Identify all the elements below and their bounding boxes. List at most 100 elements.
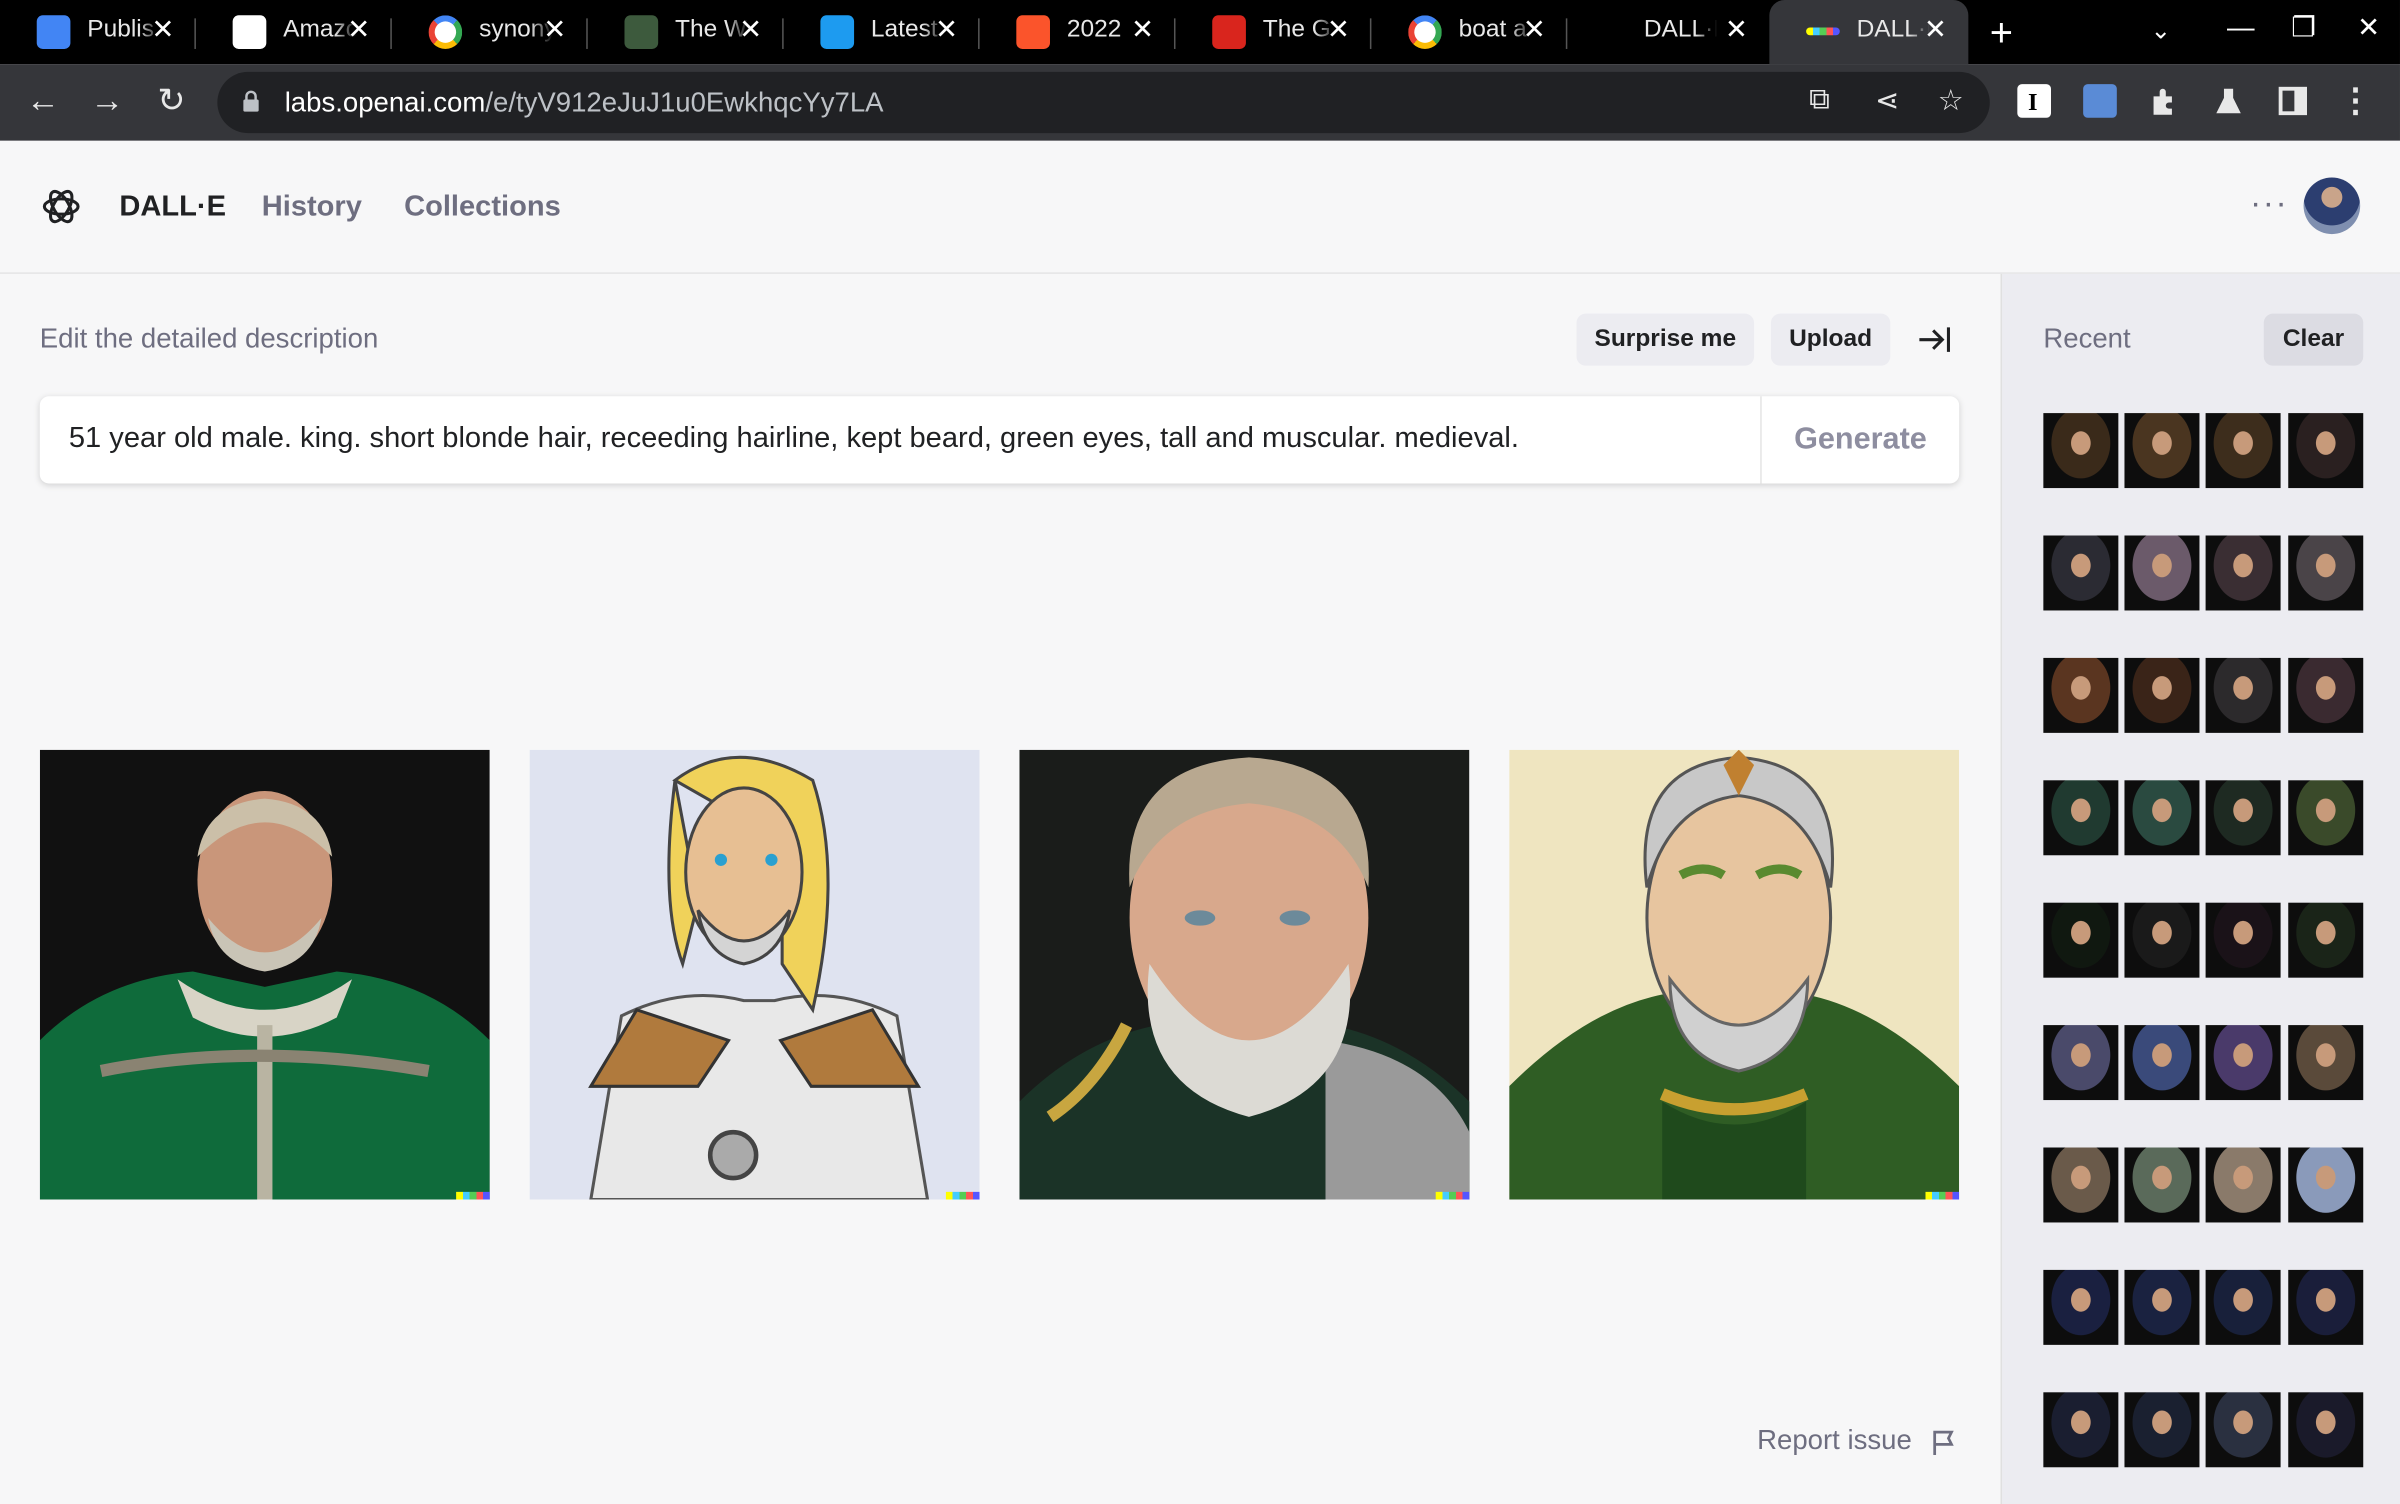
minimize-icon[interactable]: —	[2227, 12, 2255, 44]
game-icon	[624, 15, 659, 49]
recent-thumbnail[interactable]	[2043, 535, 2119, 611]
recent-thumbnail[interactable]	[2124, 780, 2200, 856]
recent-thumbnail[interactable]	[2124, 413, 2200, 489]
recent-thumbnail[interactable]	[2124, 535, 2200, 611]
browser-tab[interactable]: The W ✕	[588, 0, 784, 64]
generate-button[interactable]: Generate	[1762, 396, 1959, 483]
extensions-puzzle-icon[interactable]	[2147, 84, 2181, 118]
recent-thumbnail[interactable]	[2043, 1269, 2119, 1345]
upload-button[interactable]: Upload	[1770, 313, 1891, 366]
collapse-sidebar-icon[interactable]	[1916, 321, 1953, 358]
tab-title: 2022	[1066, 16, 1122, 43]
recent-thumbnail[interactable]	[2043, 1147, 2119, 1223]
back-icon[interactable]: ←	[21, 81, 64, 121]
nav-history[interactable]: History	[262, 191, 362, 225]
recent-thumbnail[interactable]	[2205, 780, 2281, 856]
recent-thumbnail[interactable]	[2205, 413, 2281, 489]
browser-tab[interactable]: Publis ✕	[0, 0, 196, 64]
dalle-icon	[1806, 27, 1840, 36]
twitter-icon	[820, 15, 855, 49]
recent-thumbnail[interactable]	[2205, 1269, 2281, 1345]
result-image-3[interactable]	[1019, 749, 1470, 1200]
recent-thumbnail[interactable]	[2043, 413, 2119, 489]
close-tab-icon[interactable]: ✕	[739, 14, 762, 46]
forward-icon[interactable]: →	[86, 81, 129, 121]
result-image-2[interactable]	[529, 749, 980, 1200]
recent-thumbnail[interactable]	[2124, 1269, 2200, 1345]
recent-thumbnail[interactable]	[2124, 902, 2200, 978]
share-icon[interactable]: ⋖	[1875, 84, 1899, 119]
browser-tab[interactable]: 2022 ✕	[980, 0, 1176, 64]
recent-thumbnail[interactable]	[2043, 657, 2119, 733]
recent-thumbnail[interactable]	[2043, 902, 2119, 978]
openai-logo-icon[interactable]	[40, 185, 83, 228]
clear-button[interactable]: Clear	[2263, 313, 2364, 366]
recent-thumbnail[interactable]	[2288, 1025, 2364, 1101]
recent-thumbnail[interactable]	[2205, 535, 2281, 611]
close-window-icon[interactable]: ✕	[2357, 12, 2380, 44]
recent-thumbnail[interactable]	[2205, 902, 2281, 978]
dalle-signature	[1435, 1191, 1470, 1200]
new-tab-button[interactable]: +	[1990, 9, 2013, 56]
tab-search-icon[interactable]: ⌄	[2150, 15, 2171, 46]
browser-tab[interactable]: boat a ✕	[1371, 0, 1568, 64]
recent-thumbnail[interactable]	[2288, 535, 2364, 611]
recent-thumbnail[interactable]	[2288, 902, 2364, 978]
close-tab-icon[interactable]: ✕	[1327, 14, 1350, 46]
recent-thumbnail[interactable]	[2288, 1147, 2364, 1223]
flag-icon[interactable]	[1932, 1429, 1956, 1457]
nav-collections[interactable]: Collections	[404, 191, 561, 225]
recent-thumbnail[interactable]	[2288, 1269, 2364, 1345]
recent-thumbnail[interactable]	[2124, 1392, 2200, 1468]
recent-thumbnail[interactable]	[2205, 1025, 2281, 1101]
close-tab-icon[interactable]: ✕	[347, 14, 370, 46]
report-issue-link[interactable]: Report issue	[1757, 1424, 1912, 1456]
close-tab-icon[interactable]: ✕	[1523, 14, 1546, 46]
address-bar[interactable]: labs.openai.com/e/tyV912eJuJ1u0EwkhqcYy7…	[217, 71, 1990, 134]
close-tab-icon[interactable]: ✕	[1924, 14, 1947, 46]
recent-thumbnail[interactable]	[2288, 413, 2364, 489]
main-editor: Edit the detailed description Surprise m…	[0, 274, 2000, 1504]
bookmark-star-icon[interactable]: ☆	[1938, 84, 1964, 119]
b-icon	[1212, 15, 1246, 49]
surprise-me-button[interactable]: Surprise me	[1576, 313, 1755, 366]
result-image-1[interactable]	[39, 749, 490, 1200]
close-tab-icon[interactable]: ✕	[151, 14, 174, 46]
recent-thumbnail[interactable]	[2288, 1392, 2364, 1468]
avatar[interactable]	[2303, 177, 2361, 235]
recent-thumbnail[interactable]	[2124, 1147, 2200, 1223]
browser-tab[interactable]: DALL·E✕	[1769, 0, 1969, 65]
recent-thumbnail[interactable]	[2205, 1392, 2281, 1468]
recent-thumbnail[interactable]	[2288, 657, 2364, 733]
more-options-icon[interactable]: ···	[2250, 184, 2288, 224]
close-tab-icon[interactable]: ✕	[543, 14, 566, 46]
recent-thumbnail[interactable]	[2288, 780, 2364, 856]
open-external-icon[interactable]: ⧉	[1809, 84, 1830, 118]
reload-icon[interactable]: ↻	[150, 81, 193, 121]
browser-toolbar: ← → ↻ labs.openai.com/e/tyV912eJuJ1u0Ewk…	[0, 64, 2400, 141]
browser-tab[interactable]: The G ✕	[1176, 0, 1372, 64]
side-panel-icon[interactable]	[2276, 84, 2310, 118]
extension-list-icon[interactable]	[2083, 84, 2117, 118]
recent-thumbnail[interactable]	[2043, 1025, 2119, 1101]
browser-tab[interactable]: Amazon✕	[196, 0, 392, 64]
close-tab-icon[interactable]: ✕	[1725, 14, 1748, 46]
recent-thumbnail[interactable]	[2043, 1392, 2119, 1468]
labs-flask-icon[interactable]	[2212, 84, 2246, 118]
recent-thumbnail[interactable]	[2124, 657, 2200, 733]
browser-tab[interactable]: Latest ✕	[784, 0, 980, 64]
browser-tab[interactable]: synonym✕	[392, 0, 588, 64]
close-tab-icon[interactable]: ✕	[1131, 14, 1154, 46]
browser-menu-icon[interactable]: ⋮	[2334, 81, 2377, 121]
browser-tab[interactable]: DALL·E✕	[1573, 0, 1769, 64]
close-tab-icon[interactable]: ✕	[935, 14, 958, 46]
restore-icon[interactable]: ❐	[2291, 12, 2316, 44]
extension-i-icon[interactable]: I	[2017, 84, 2052, 118]
result-image-4[interactable]	[1509, 749, 1960, 1200]
recent-thumbnail[interactable]	[2124, 1025, 2200, 1101]
recent-thumbnail[interactable]	[2043, 780, 2119, 856]
prompt-input[interactable]: 51 year old male. king. short blonde hai…	[69, 422, 1519, 456]
recent-thumbnail[interactable]	[2205, 657, 2281, 733]
recent-thumbnail[interactable]	[2205, 1147, 2281, 1223]
brand-title[interactable]: DALL·E	[119, 191, 226, 225]
